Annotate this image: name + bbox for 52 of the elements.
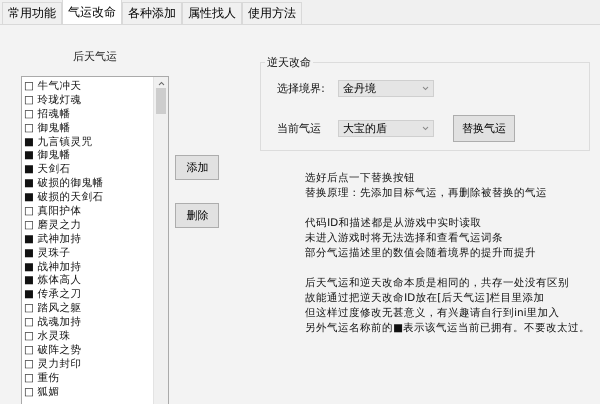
note-text: 替换原理：先添加目标气运，再删除被替换的气运 xyxy=(305,186,548,201)
add-button[interactable]: 添加 xyxy=(175,155,220,180)
list-item[interactable]: □ 狐媚 xyxy=(24,386,152,400)
delete-button[interactable]: 删除 xyxy=(175,203,220,228)
list-item[interactable]: ■ 武神加持 xyxy=(24,232,152,247)
list-item[interactable]: ■ 御鬼幡 xyxy=(24,149,152,164)
tab[interactable]: 各种添加 xyxy=(122,2,182,24)
scroll-up-icon[interactable] xyxy=(158,81,165,86)
note-text: 部分气运描述里的数值会随着境界的提升而提升 xyxy=(305,246,538,261)
list-item[interactable]: □ 玲珑灯魂 xyxy=(24,94,152,108)
list-item[interactable]: ■ 破损的天剑石 xyxy=(24,191,152,206)
tab[interactable]: 气运改命 xyxy=(62,0,122,24)
note-text: 未进入游戏时将无法选择和查看气运词条 xyxy=(305,231,504,246)
list-item[interactable]: ■ 破损的御鬼幡 xyxy=(24,177,152,192)
list-item[interactable]: ■ 天剑石 xyxy=(24,163,152,178)
list-title: 后天气运 xyxy=(73,49,118,64)
note-text: 另外气运名称前的■表示该气运当前已拥有。不要改太过。 xyxy=(305,321,590,336)
list-item[interactable]: □ 牛气冲天 xyxy=(24,80,152,94)
tab[interactable]: 常用功能 xyxy=(2,2,62,24)
list-item[interactable]: ■ 战神加持 xyxy=(24,260,152,274)
note-text: 选好后点一下替换按钮 xyxy=(305,171,416,186)
list-item[interactable]: □ 灵力封印 xyxy=(24,358,152,372)
note-text: 后天气运和逆天改命本质是相同的，共存一处没有区别 xyxy=(305,276,570,291)
list-item[interactable]: □ 御鬼幡 xyxy=(24,122,152,136)
list-item[interactable]: □ 踏风之躯 xyxy=(24,302,152,316)
list-item[interactable]: ■ 炼体高人 xyxy=(24,274,152,288)
note-text: 代码ID和描述都是从游戏中实时读取 xyxy=(305,216,482,231)
field-label: 选择境界: xyxy=(277,81,326,96)
list-item[interactable]: □ 招魂幡 xyxy=(24,108,152,122)
field-label: 当前气运 xyxy=(277,121,322,136)
note-text: 但这样过度修改无甚意义，有兴趣请自行到ini里加入 xyxy=(305,306,561,321)
replace-button[interactable]: 替换气运 xyxy=(453,115,516,142)
caret-icon xyxy=(422,126,430,131)
scrollbar[interactable] xyxy=(153,77,168,404)
list-item[interactable]: ■ 九言镇灵咒 xyxy=(24,136,152,150)
list-item[interactable]: □ 重伤 xyxy=(24,372,152,386)
list-item[interactable]: □ 战魂加持 xyxy=(24,316,152,330)
tab[interactable]: 属性找人 xyxy=(182,2,242,24)
luck-dropdown[interactable]: 大宝的盾 xyxy=(338,120,434,137)
list-item[interactable]: □ 真阳护体 xyxy=(24,205,152,219)
list-item[interactable]: ■ 传承之刀 xyxy=(24,288,152,302)
tab[interactable]: 使用方法 xyxy=(242,2,302,24)
scrollbar-thumb[interactable] xyxy=(156,88,166,114)
list-item[interactable]: □ 水灵珠 xyxy=(24,330,152,344)
note-text: 故能通过把逆天改命ID放在[后天气运]栏目里添加 xyxy=(305,291,546,306)
list-item[interactable]: □ 破阵之势 xyxy=(24,344,152,358)
caret-icon xyxy=(422,86,430,91)
group-title: 逆天改命 xyxy=(266,55,312,70)
luck-list[interactable]: □ 牛气冲天 □ 玲珑灯魂 □ 招魂幡 □ 御鬼幡 ■ 九言镇灵咒 ■ 御鬼幡 ■ 天剑石 ■ 破损的御鬼幡 ■ 破损的天剑石 □ 真阳护体 □ 磨灵之力 ■ 武神加持 ■ 灵珠子 ■ 战神加持 ■ 炼体高人 ■ 传承之刀 □ 踏风之躯 □ 战魂加持 □ 水灵珠 □ 破阵之势 □ 灵力封印 □ 重伤 □ 狐媚 xyxy=(21,76,170,404)
list-item[interactable]: ■ 灵珠子 xyxy=(24,246,152,261)
list-item[interactable]: □ 磨灵之力 xyxy=(24,218,152,233)
realm-dropdown[interactable]: 金丹境 xyxy=(338,80,434,97)
